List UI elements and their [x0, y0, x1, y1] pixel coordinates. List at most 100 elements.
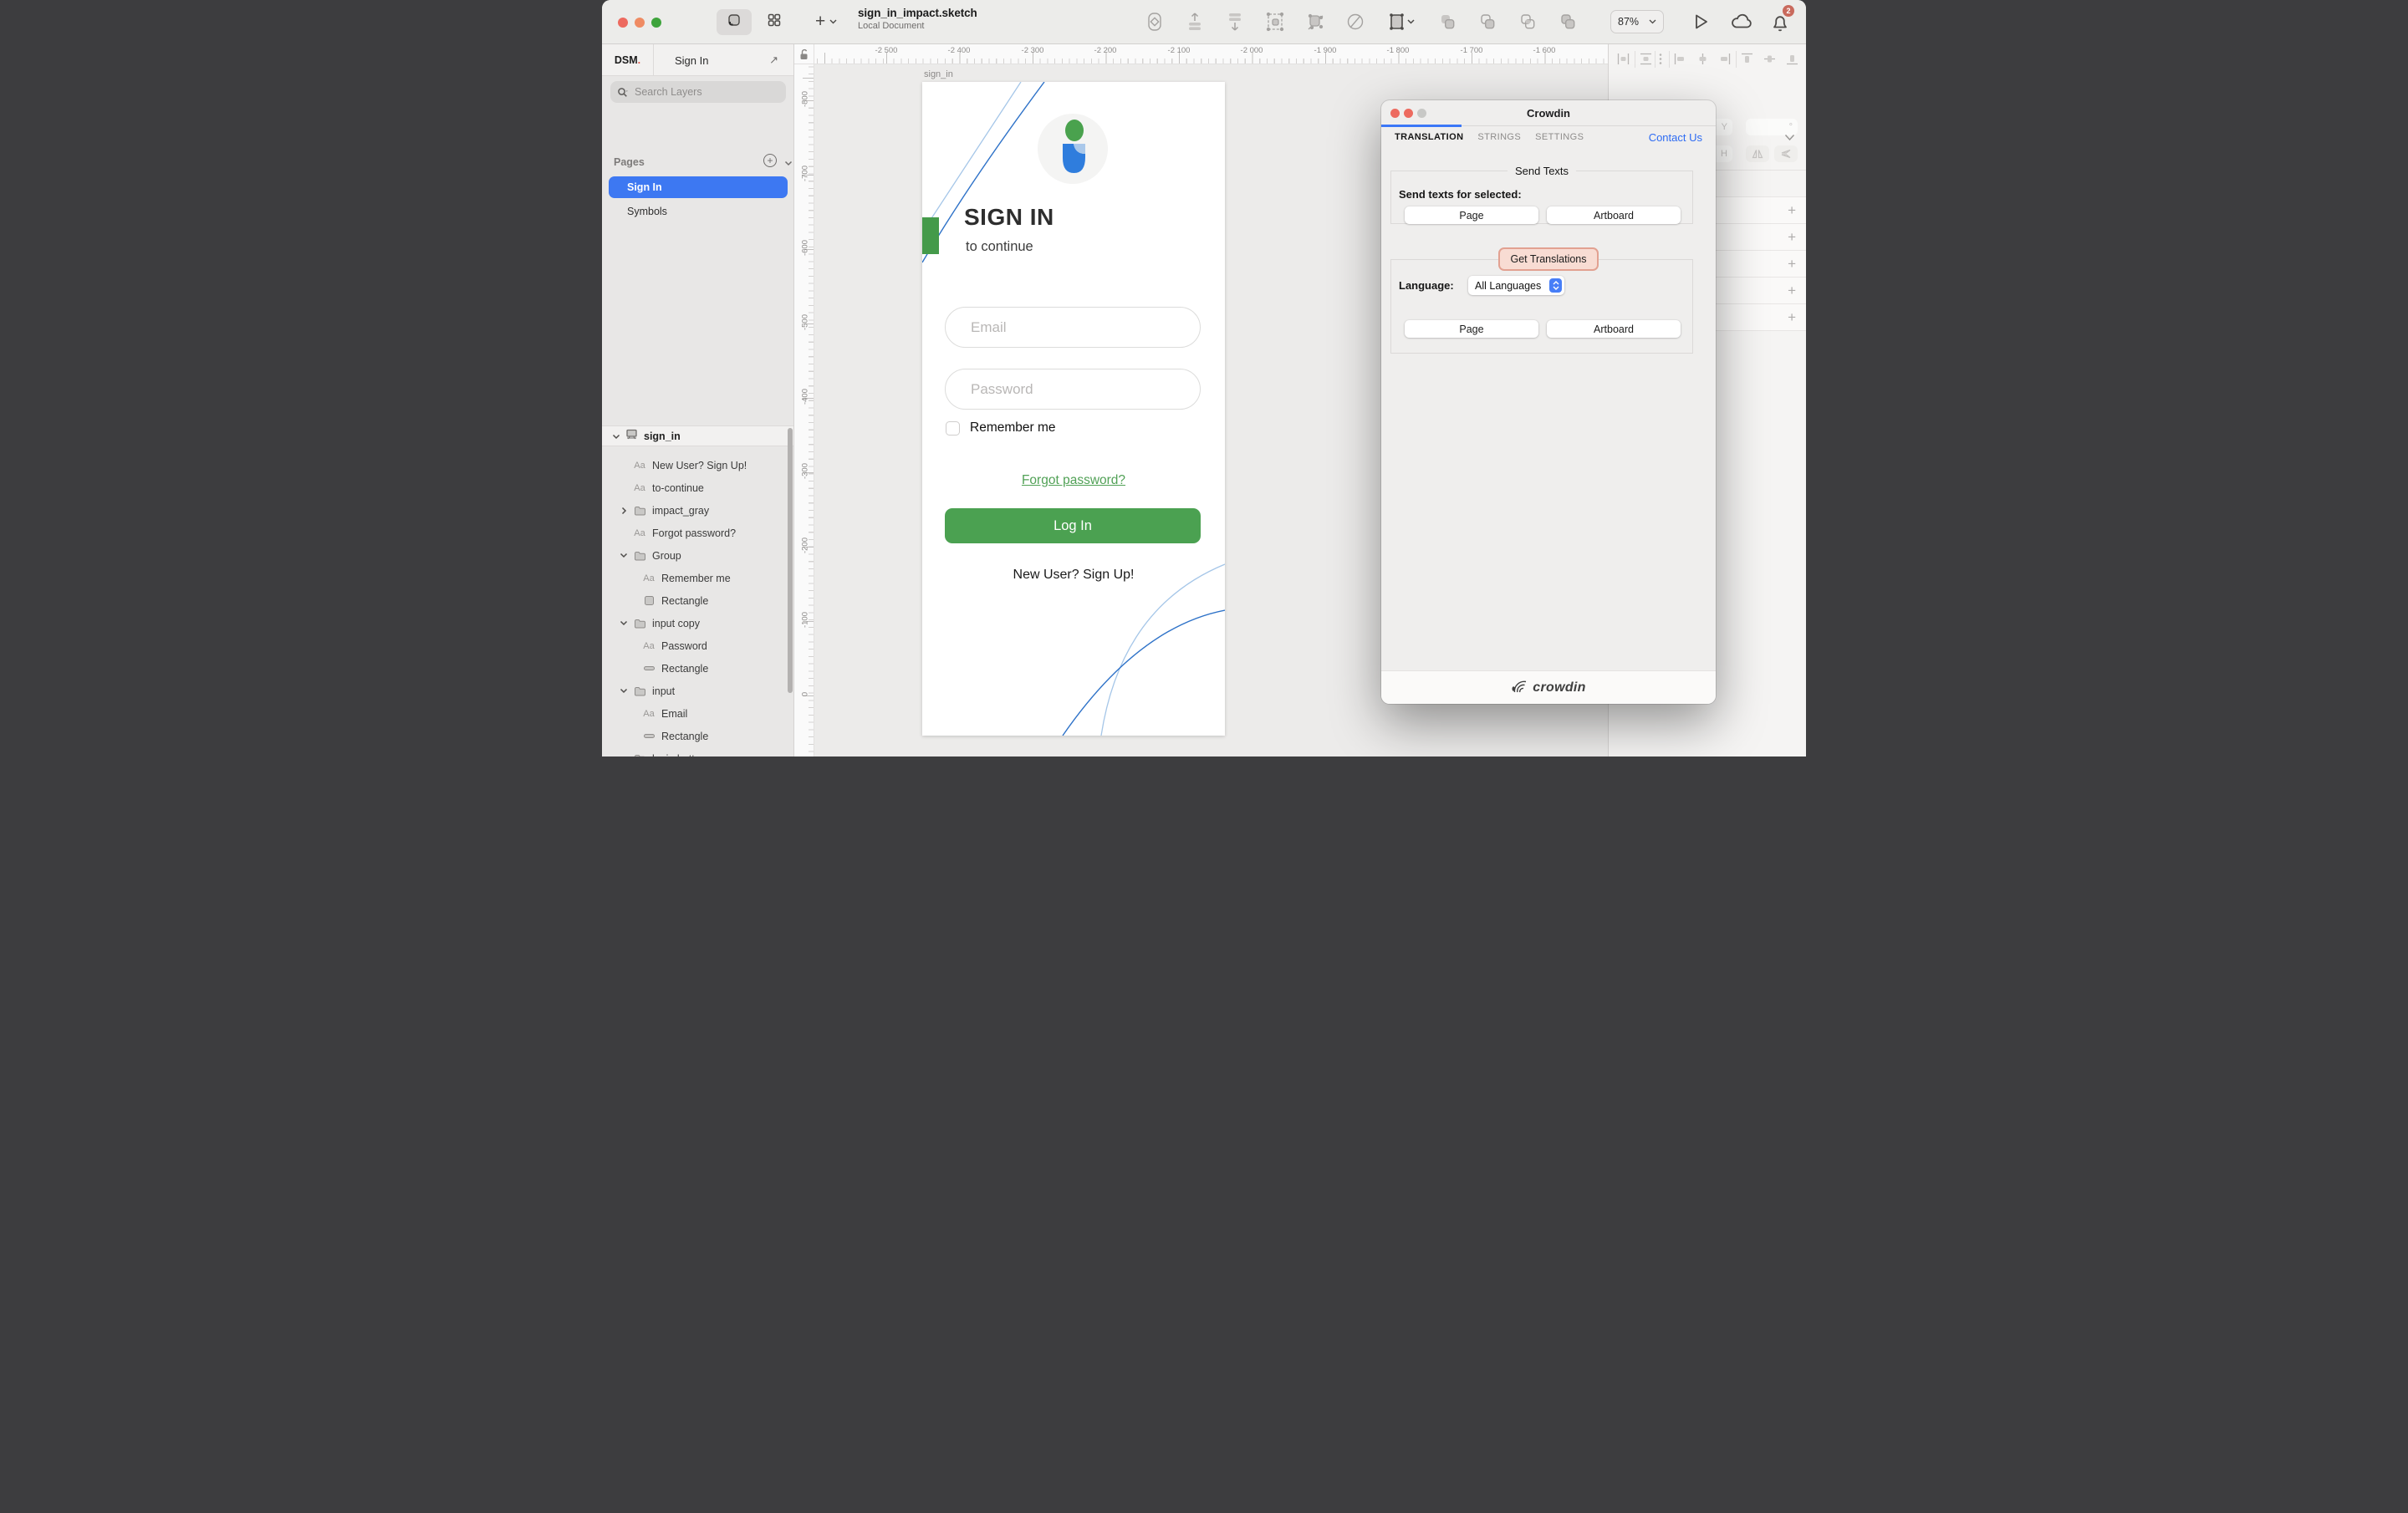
page-item-symbols[interactable]: Symbols [609, 201, 788, 222]
get-translations-button[interactable]: Get Translations [1498, 247, 1599, 271]
layer-row[interactable]: Rectangle [602, 589, 793, 612]
move-backward-button[interactable] [1224, 10, 1246, 33]
add-style-button[interactable]: + [1788, 310, 1796, 324]
artboard-subheading[interactable]: to continue [966, 239, 1033, 255]
layer-row[interactable]: input copy [602, 612, 793, 634]
crowdin-plugin-window: Crowdin TRANSLATION STRINGS SETTINGS Con… [1381, 100, 1716, 704]
layer-row[interactable]: AaEmail [602, 702, 793, 725]
language-select[interactable]: All Languages [1468, 276, 1564, 295]
layer-row-artboard-root[interactable]: sign_in [602, 425, 793, 446]
close-button[interactable] [618, 18, 628, 28]
add-style-button[interactable]: + [1788, 203, 1796, 217]
preview-play-button[interactable] [1691, 11, 1711, 37]
chevron-down-icon[interactable] [619, 553, 629, 558]
layer-row[interactable]: Rectangle [602, 725, 793, 747]
move-forward-button[interactable] [1184, 10, 1206, 33]
boolean-union-button[interactable] [1436, 10, 1458, 33]
ungroup-button[interactable] [1304, 10, 1326, 33]
external-arrow-icon: ↗ [769, 53, 778, 67]
canvas-view-toggle[interactable] [717, 9, 752, 35]
layer-row[interactable]: AaPassword [602, 634, 793, 657]
sign-up-text[interactable]: New User? Sign Up! [922, 568, 1225, 583]
align-top-icon[interactable] [1741, 53, 1753, 69]
layer-row[interactable]: login button [602, 747, 793, 756]
ruler-tick-label: -500 [801, 313, 810, 333]
zoom-level-value: 87% [1618, 16, 1639, 28]
layer-row[interactable]: AaRemember me [602, 567, 793, 589]
password-field[interactable]: Password [945, 369, 1201, 410]
tab-translation[interactable]: TRANSLATION [1395, 132, 1463, 142]
grid-view-toggle[interactable] [759, 9, 789, 35]
layer-row[interactable]: impact_gray [602, 499, 793, 522]
ruler-tick-label: -2 500 [875, 46, 898, 55]
forgot-password-link[interactable]: Forgot password? [922, 473, 1225, 488]
zoom-level-control[interactable]: 87% [1610, 10, 1664, 33]
tab-settings[interactable]: SETTINGS [1535, 132, 1584, 142]
ruler-lock[interactable] [794, 44, 814, 64]
group-button[interactable] [1264, 10, 1286, 33]
search-layers-field[interactable] [610, 81, 786, 103]
align-middle-vertical-icon[interactable] [1763, 53, 1776, 69]
layer-row[interactable]: Aato-continue [602, 476, 793, 499]
chevron-down-icon[interactable] [619, 688, 629, 694]
more-options-kebab-icon[interactable] [1659, 53, 1662, 69]
ruler-tick-label: -1 800 [1387, 46, 1410, 55]
get-artboard-button[interactable]: Artboard [1547, 320, 1681, 338]
sidebar-tabbar: DSM. Sign In ↗ [602, 44, 793, 76]
distribute-vertically-icon[interactable] [1640, 53, 1652, 69]
send-artboard-button[interactable]: Artboard [1547, 206, 1681, 224]
tab-current-page[interactable]: Sign In ↗ [654, 44, 793, 76]
artboard-sign-in[interactable]: SIGN IN to continue Email Password Remem… [922, 82, 1225, 736]
mask-button[interactable] [1344, 10, 1366, 33]
create-symbol-button[interactable] [1144, 10, 1166, 33]
ruler-tick-label: -800 [801, 89, 810, 110]
pages-collapse-chevron-icon[interactable] [784, 155, 793, 171]
send-page-button[interactable]: Page [1405, 206, 1538, 224]
alignment-toolbar [1609, 44, 1806, 74]
cloud-sync-icon[interactable] [1729, 11, 1754, 37]
layer-row[interactable]: Rectangle [602, 657, 793, 680]
get-page-button[interactable]: Page [1405, 320, 1538, 338]
email-field[interactable]: Email [945, 307, 1201, 348]
tab-strings[interactable]: STRINGS [1477, 132, 1521, 142]
boolean-difference-button[interactable] [1557, 10, 1579, 33]
distribute-horizontally-icon[interactable] [1617, 53, 1630, 69]
align-bottom-icon[interactable] [1786, 53, 1798, 69]
search-input[interactable] [633, 85, 758, 99]
artboard-title-label[interactable]: sign_in [924, 69, 953, 79]
current-page-tab-label: Sign In [675, 54, 708, 67]
layer-row[interactable]: AaForgot password? [602, 522, 793, 544]
boolean-intersect-button[interactable] [1517, 10, 1538, 33]
contact-us-link[interactable]: Contact Us [1649, 131, 1702, 144]
vertical-ruler: -800 -700 -600 -500 -400 -300 -200 -100 … [794, 64, 814, 756]
log-in-button[interactable]: Log In [945, 508, 1201, 543]
layer-row[interactable]: Group [602, 544, 793, 567]
align-right-icon[interactable] [1718, 53, 1731, 69]
zoom-window-button[interactable] [651, 18, 661, 28]
artboard-heading[interactable]: SIGN IN [964, 204, 1054, 231]
remember-me-checkbox[interactable] [946, 421, 960, 436]
add-style-button[interactable]: + [1788, 257, 1796, 271]
text-layer-icon: Aa [643, 709, 654, 719]
add-style-button[interactable]: + [1788, 283, 1796, 298]
insert-button[interactable]: + [815, 11, 837, 33]
align-center-horizontal-icon[interactable] [1696, 53, 1709, 69]
minimize-button[interactable] [635, 18, 645, 28]
chevron-down-icon[interactable] [619, 620, 629, 626]
add-page-button[interactable]: + [763, 154, 777, 167]
layer-row[interactable]: input [602, 680, 793, 702]
boolean-subtract-button[interactable] [1477, 10, 1498, 33]
layer-list: AaNew User? Sign Up! Aato-continue impac… [602, 454, 793, 756]
tab-dsm[interactable]: DSM. [602, 44, 654, 76]
chevron-down-icon[interactable] [612, 429, 620, 444]
select-stepper-icon [1549, 278, 1562, 293]
green-accent-rectangle[interactable] [922, 217, 939, 254]
frame-tool-button[interactable] [1385, 10, 1418, 33]
align-left-icon[interactable] [1674, 53, 1686, 69]
layer-row[interactable]: AaNew User? Sign Up! [602, 454, 793, 476]
page-item-sign-in[interactable]: Sign In [609, 176, 788, 198]
chevron-right-icon[interactable] [619, 507, 629, 515]
add-style-button[interactable]: + [1788, 230, 1796, 244]
crowdin-titlebar[interactable]: Crowdin [1381, 100, 1716, 125]
sidebar-scrollbar[interactable] [788, 428, 793, 693]
